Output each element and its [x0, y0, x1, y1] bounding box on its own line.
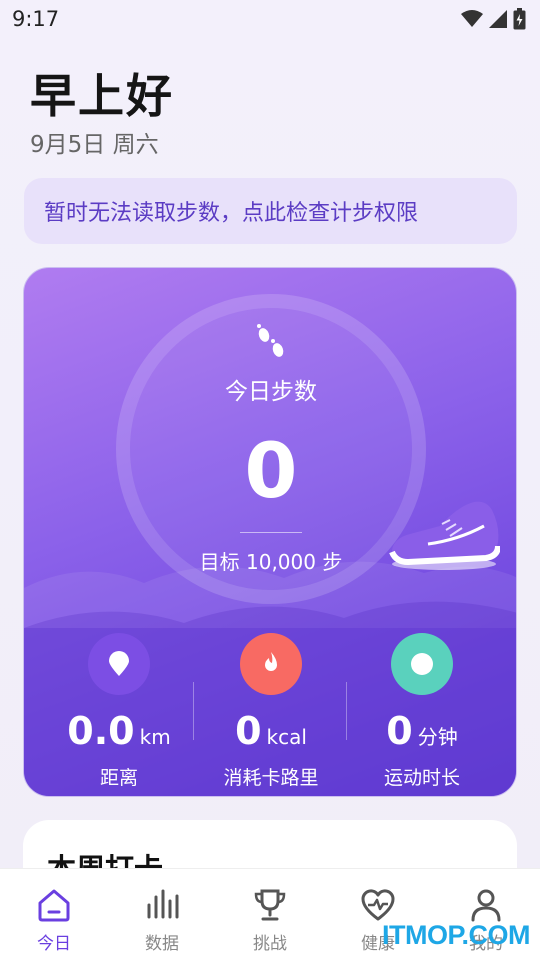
steps-divider	[240, 532, 302, 533]
calories-unit: kcal	[266, 725, 307, 749]
nav-label-challenge: 挑战	[253, 934, 287, 954]
location-icon	[88, 633, 150, 695]
notice-text: 暂时无法读取步数，点此检查计步权限	[44, 201, 419, 226]
nav-label-data: 数据	[145, 934, 179, 954]
home-icon	[38, 889, 70, 922]
distance-label: 距离	[99, 767, 138, 789]
distance-value: 0.0	[67, 709, 135, 753]
date-label: 9月5日 周六	[30, 132, 159, 158]
bar-chart-icon	[147, 889, 179, 919]
person-icon	[471, 889, 501, 922]
steps-label: 今日步数	[225, 379, 317, 405]
battery-icon	[513, 8, 526, 30]
nav-data[interactable]: 数据	[108, 869, 216, 960]
status-bar: 9:17	[0, 0, 540, 38]
duration-unit: 分钟	[417, 725, 458, 749]
nav-label-today: 今日	[37, 934, 71, 954]
metric-duration: 0 分钟 运动时长	[342, 633, 502, 790]
calories-value: 0	[235, 709, 262, 753]
metric-calories: 0 kcal 消耗卡路里	[191, 633, 351, 790]
status-icons	[461, 8, 526, 30]
timer-icon	[391, 633, 453, 695]
site-watermark: ITMOP.COM	[382, 920, 531, 950]
trophy-icon	[254, 889, 286, 921]
duration-value: 0	[386, 709, 413, 753]
calories-label: 消耗卡路里	[223, 767, 319, 789]
wifi-icon	[461, 10, 483, 27]
greeting-title: 早上好	[30, 69, 174, 123]
signal-icon	[489, 10, 507, 28]
step-permission-notice[interactable]: 暂时无法读取步数，点此检查计步权限	[24, 178, 517, 244]
steps-card[interactable]: 今日步数 0 目标 10,000 步 0.0 km 距离 0 kcal 消耗卡路…	[23, 267, 517, 797]
nav-today[interactable]: 今日	[0, 869, 108, 960]
heart-pulse-icon	[361, 889, 395, 921]
duration-label: 运动时长	[383, 767, 460, 789]
distance-unit: km	[139, 725, 171, 749]
footprints-icon	[257, 324, 284, 357]
status-time: 9:17	[12, 7, 60, 31]
metric-distance: 0.0 km 距离	[39, 633, 199, 790]
nav-challenge[interactable]: 挑战	[216, 869, 324, 960]
flame-icon	[240, 633, 302, 695]
sneaker-illustration	[389, 501, 500, 570]
